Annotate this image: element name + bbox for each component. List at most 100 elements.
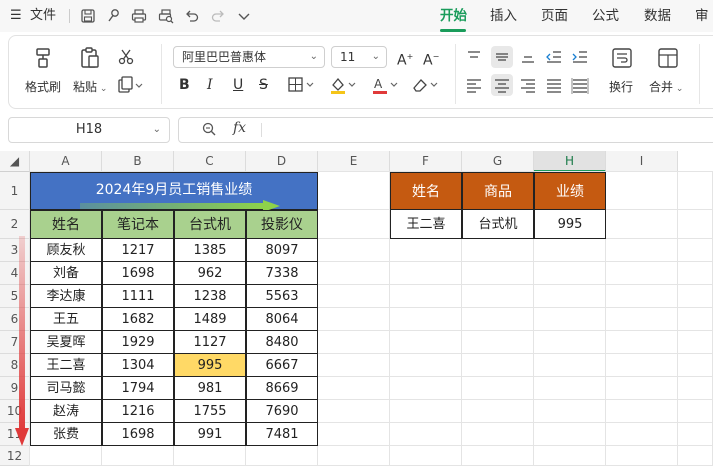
table-cell[interactable]: 7690 — [246, 400, 318, 423]
align-middle-icon[interactable] — [491, 46, 513, 68]
table-cell[interactable]: 8669 — [246, 377, 318, 400]
table-cell[interactable]: 王五 — [30, 308, 102, 331]
font-color-icon[interactable]: A — [371, 76, 401, 99]
strikethrough-icon[interactable]: S — [259, 76, 268, 94]
lookup-value-cell[interactable]: 台式机 — [462, 210, 534, 239]
table-cell[interactable]: 吴夏晖 — [30, 331, 102, 354]
align-top-icon[interactable] — [465, 48, 483, 71]
merge-label[interactable]: 合并 ⌄ — [649, 78, 683, 95]
table-cell[interactable]: 8480 — [246, 331, 318, 354]
file-menu[interactable]: 文件 — [30, 0, 56, 32]
table-cell[interactable]: 8097 — [246, 239, 318, 262]
increase-indent-icon[interactable] — [571, 48, 589, 71]
column-header-d[interactable]: D — [246, 151, 318, 172]
lookup-value-cell[interactable]: 王二喜 — [390, 210, 462, 239]
align-center-icon[interactable] — [491, 74, 513, 96]
print-preview-icon[interactable] — [158, 8, 174, 24]
table-cell[interactable]: 1794 — [102, 377, 174, 400]
save-icon[interactable] — [80, 8, 96, 24]
align-bottom-icon[interactable] — [519, 48, 537, 71]
lookup-value-cell[interactable]: 995 — [534, 210, 606, 239]
tab-home[interactable]: 开始 — [440, 0, 467, 32]
table-cell[interactable]: 1238 — [174, 285, 246, 308]
table-cell[interactable]: 5563 — [246, 285, 318, 308]
format-painter-button[interactable] — [23, 46, 63, 70]
table-cell[interactable]: 1385 — [174, 239, 246, 262]
paste-label[interactable]: 粘贴 ⌄ — [73, 78, 107, 95]
table-cell[interactable]: 7481 — [246, 423, 318, 446]
table-cell[interactable]: 7338 — [246, 262, 318, 285]
table-cell[interactable]: 995 — [174, 354, 246, 377]
align-right-icon[interactable] — [519, 76, 537, 99]
row-header-2[interactable]: 2 — [0, 210, 30, 239]
redo-icon[interactable] — [210, 8, 226, 24]
table-cell[interactable]: 1127 — [174, 331, 246, 354]
row-header-1[interactable]: 1 — [0, 172, 30, 210]
hamburger-menu-icon[interactable]: ☰ — [10, 0, 22, 32]
font-size-select[interactable]: 11 ⌄ — [331, 46, 387, 68]
cut-icon[interactable] — [117, 48, 135, 71]
copy-icon[interactable] — [117, 76, 143, 99]
table-cell[interactable]: 1698 — [102, 423, 174, 446]
justify-icon[interactable] — [545, 76, 563, 99]
table-cell[interactable]: 1698 — [102, 262, 174, 285]
column-header-b[interactable]: B — [102, 151, 174, 172]
undo-icon[interactable] — [184, 8, 200, 24]
merge-button[interactable] — [653, 46, 683, 70]
table-cell[interactable]: 司马懿 — [30, 377, 102, 400]
function-icon[interactable]: fx — [233, 120, 246, 136]
tab-data[interactable]: 数据 — [644, 0, 671, 32]
select-all-corner[interactable]: ◢ — [0, 151, 30, 172]
column-header-g[interactable]: G — [462, 151, 534, 172]
format-painter-icon[interactable] — [106, 8, 122, 24]
formula-input[interactable]: fx — [178, 117, 713, 143]
distributed-align-icon[interactable] — [571, 76, 589, 99]
column-header-i[interactable]: I — [606, 151, 678, 172]
increase-font-icon[interactable]: A+ — [397, 48, 413, 70]
row-header-12[interactable]: 12 — [0, 446, 30, 466]
border-icon[interactable] — [287, 76, 317, 99]
tab-formula[interactable]: 公式 — [592, 0, 619, 32]
fill-color-icon[interactable] — [329, 76, 359, 99]
column-header-h[interactable]: H — [534, 151, 606, 172]
tab-insert[interactable]: 插入 — [490, 0, 517, 32]
table-cell[interactable]: 991 — [174, 423, 246, 446]
table-cell[interactable]: 1216 — [102, 400, 174, 423]
table-cell[interactable]: 1929 — [102, 331, 174, 354]
table-cell[interactable]: 1489 — [174, 308, 246, 331]
paste-button[interactable] — [75, 46, 105, 70]
table-cell[interactable]: 1304 — [102, 354, 174, 377]
table-cell[interactable]: 刘备 — [30, 262, 102, 285]
tab-page[interactable]: 页面 — [541, 0, 568, 32]
decrease-indent-icon[interactable] — [545, 48, 563, 71]
decrease-font-icon[interactable]: A− — [423, 48, 439, 70]
table-cell[interactable]: 6667 — [246, 354, 318, 377]
table-cell[interactable]: 张费 — [30, 423, 102, 446]
table-cell[interactable]: 1755 — [174, 400, 246, 423]
print-icon[interactable] — [131, 8, 147, 24]
align-left-icon[interactable] — [465, 76, 483, 99]
table-cell[interactable]: 1682 — [102, 308, 174, 331]
table-cell[interactable]: 962 — [174, 262, 246, 285]
table-cell[interactable]: 981 — [174, 377, 246, 400]
bold-icon[interactable]: B — [179, 76, 190, 94]
column-header-a[interactable]: A — [30, 151, 102, 172]
more-chevron-icon[interactable] — [236, 8, 252, 24]
table-cell[interactable]: 李达康 — [30, 285, 102, 308]
table-cell[interactable]: 王二喜 — [30, 354, 102, 377]
column-header-c[interactable]: C — [174, 151, 246, 172]
wrap-text-button[interactable] — [607, 46, 637, 70]
table-cell[interactable]: 赵涛 — [30, 400, 102, 423]
tab-review[interactable]: 审阅 — [695, 0, 713, 56]
italic-icon[interactable]: I — [207, 76, 213, 94]
table-cell[interactable]: 1111 — [102, 285, 174, 308]
table-cell[interactable]: 8064 — [246, 308, 318, 331]
column-header-f[interactable]: F — [390, 151, 462, 172]
column-header-e[interactable]: E — [318, 151, 390, 172]
zoom-icon[interactable] — [201, 121, 217, 141]
underline-icon[interactable]: U — [233, 76, 243, 94]
clear-format-icon[interactable] — [411, 76, 441, 99]
table-cell[interactable]: 1217 — [102, 239, 174, 262]
font-name-select[interactable]: 阿里巴巴普惠体 ⌄ — [173, 46, 325, 68]
table-cell[interactable]: 顾友秋 — [30, 239, 102, 262]
